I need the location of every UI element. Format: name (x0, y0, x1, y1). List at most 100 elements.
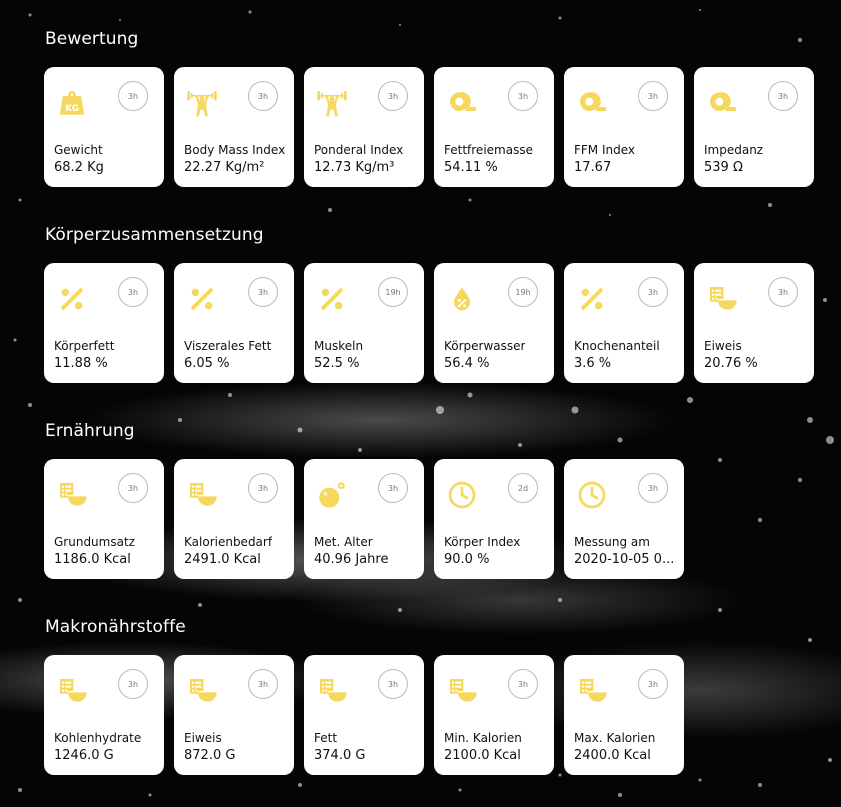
card-label: Körperfett (54, 339, 115, 353)
clock-icon (446, 479, 478, 511)
card-value: 3.6 % (574, 356, 612, 371)
last-changed-badge: 3h (638, 277, 668, 307)
card-label: Körper Index (444, 535, 521, 549)
last-changed-badge: 3h (118, 473, 148, 503)
card-value: 54.11 % (444, 160, 498, 175)
section-title: Bewertung (45, 29, 139, 49)
tape-measure-icon (706, 87, 738, 119)
sensor-card[interactable]: 2d Körper Index 90.0 % (434, 459, 554, 579)
percent-icon (56, 283, 88, 315)
sensor-card[interactable]: 3h Grundumsatz 1186.0 Kcal (44, 459, 164, 579)
card-value: 872.0 G (184, 748, 236, 763)
sensor-card[interactable]: 3h Impedanz 539 Ω (694, 67, 814, 187)
food-nutrition-icon (186, 479, 218, 511)
percent-icon (316, 283, 348, 315)
section-title: Makronährstoffe (45, 617, 186, 637)
card-label: Eiweis (704, 339, 742, 353)
sensor-card[interactable]: 3h Eiweis 872.0 G (174, 655, 294, 775)
section-title: Ernährung (45, 421, 135, 441)
card-label: Ponderal Index (314, 143, 404, 157)
card-value: 11.88 % (54, 356, 108, 371)
card-value: 2491.0 Kcal (184, 552, 261, 567)
card-label: Min. Kalorien (444, 731, 522, 745)
last-changed-badge: 3h (508, 669, 538, 699)
sensor-card[interactable]: 3h Kalorienbedarf 2491.0 Kcal (174, 459, 294, 579)
percent-icon (186, 283, 218, 315)
tape-measure-icon (446, 87, 478, 119)
sensor-card[interactable]: 3h Viszerales Fett 6.05 % (174, 263, 294, 383)
sensor-card[interactable]: 3h Body Mass Index 22.27 Kg/m² (174, 67, 294, 187)
card-value: 2100.0 Kcal (444, 748, 521, 763)
last-changed-badge: 3h (378, 81, 408, 111)
food-nutrition-icon (446, 675, 478, 707)
sensor-card[interactable]: 3h Kohlenhydrate 1246.0 G (44, 655, 164, 775)
sensor-card[interactable]: 19h Muskeln 52.5 % (304, 263, 424, 383)
card-value: 2020-10-05 0... (574, 552, 675, 567)
card-label: Fettfreiemasse (444, 143, 533, 157)
card-value: 1246.0 G (54, 748, 114, 763)
sensor-card[interactable]: 3h FFM Index 17.67 (564, 67, 684, 187)
bomb-icon (316, 479, 348, 511)
sensor-card[interactable]: 3h Met. Alter 40.96 Jahre (304, 459, 424, 579)
sensor-card[interactable]: 3h Messung am 2020-10-05 0... (564, 459, 684, 579)
card-value: 68.2 Kg (54, 160, 104, 175)
food-nutrition-icon (186, 675, 218, 707)
sensor-card[interactable]: 3h Fett 374.0 G (304, 655, 424, 775)
weight-kg-icon (56, 87, 88, 119)
card-value: 12.73 Kg/m³ (314, 160, 395, 175)
sensor-card[interactable]: 3h Fettfreiemasse 54.11 % (434, 67, 554, 187)
food-nutrition-icon (56, 479, 88, 511)
clock-icon (576, 479, 608, 511)
last-changed-badge: 19h (508, 277, 538, 307)
sensor-card[interactable]: 3h Knochenanteil 3.6 % (564, 263, 684, 383)
card-label: Körperwasser (444, 339, 526, 353)
card-label: Body Mass Index (184, 143, 286, 157)
card-label: FFM Index (574, 143, 636, 157)
card-label: Met. Alter (314, 535, 373, 549)
sensor-card[interactable]: 19h Körperwasser 56.4 % (434, 263, 554, 383)
card-value: 52.5 % (314, 356, 360, 371)
last-changed-badge: 2d (508, 473, 538, 503)
card-label: Messung am (574, 535, 650, 549)
last-changed-badge: 3h (508, 81, 538, 111)
last-changed-badge: 3h (118, 81, 148, 111)
food-nutrition-icon (576, 675, 608, 707)
last-changed-badge: 3h (768, 81, 798, 111)
last-changed-badge: 3h (248, 669, 278, 699)
card-value: 374.0 G (314, 748, 366, 763)
weightlifter-icon (186, 87, 218, 119)
sensor-card[interactable]: 3h Eiweis 20.76 % (694, 263, 814, 383)
percent-icon (576, 283, 608, 315)
card-row: 3h Kohlenhydrate 1246.0 G 3h Eiweis 872.0 G 3h… (44, 655, 684, 775)
last-changed-badge: 3h (638, 473, 668, 503)
section-title: Körperzusammensetzung (45, 225, 264, 245)
card-row: 3h Grundumsatz 1186.0 Kcal 3h Kalorienbedarf… (44, 459, 684, 579)
last-changed-badge: 19h (378, 277, 408, 307)
sensor-card[interactable]: 3h Körperfett 11.88 % (44, 263, 164, 383)
food-nutrition-icon (706, 283, 738, 315)
weightlifter-icon (316, 87, 348, 119)
card-value: 2400.0 Kcal (574, 748, 651, 763)
card-label: Impedanz (704, 143, 764, 157)
card-value: 56.4 % (444, 356, 490, 371)
sensor-card[interactable]: 3h Min. Kalorien 2100.0 Kcal (434, 655, 554, 775)
card-value: 539 Ω (704, 160, 743, 175)
last-changed-badge: 3h (248, 81, 278, 111)
card-label: Eiweis (184, 731, 222, 745)
water-percent-icon (446, 283, 478, 315)
sensor-card[interactable]: 3h Max. Kalorien 2400.0 Kcal (564, 655, 684, 775)
card-value: 22.27 Kg/m² (184, 160, 265, 175)
sensor-card[interactable]: 3h Ponderal Index 12.73 Kg/m³ (304, 67, 424, 187)
last-changed-badge: 3h (638, 81, 668, 111)
card-value: 17.67 (574, 160, 612, 175)
last-changed-badge: 3h (248, 473, 278, 503)
last-changed-badge: 3h (378, 473, 408, 503)
card-label: Gewicht (54, 143, 103, 157)
card-value: 20.76 % (704, 356, 758, 371)
card-value: 90.0 % (444, 552, 490, 567)
card-label: Grundumsatz (54, 535, 135, 549)
sensor-card[interactable]: 3h Gewicht 68.2 Kg (44, 67, 164, 187)
card-value: 1186.0 Kcal (54, 552, 131, 567)
tape-measure-icon (576, 87, 608, 119)
card-label: Knochenanteil (574, 339, 660, 353)
